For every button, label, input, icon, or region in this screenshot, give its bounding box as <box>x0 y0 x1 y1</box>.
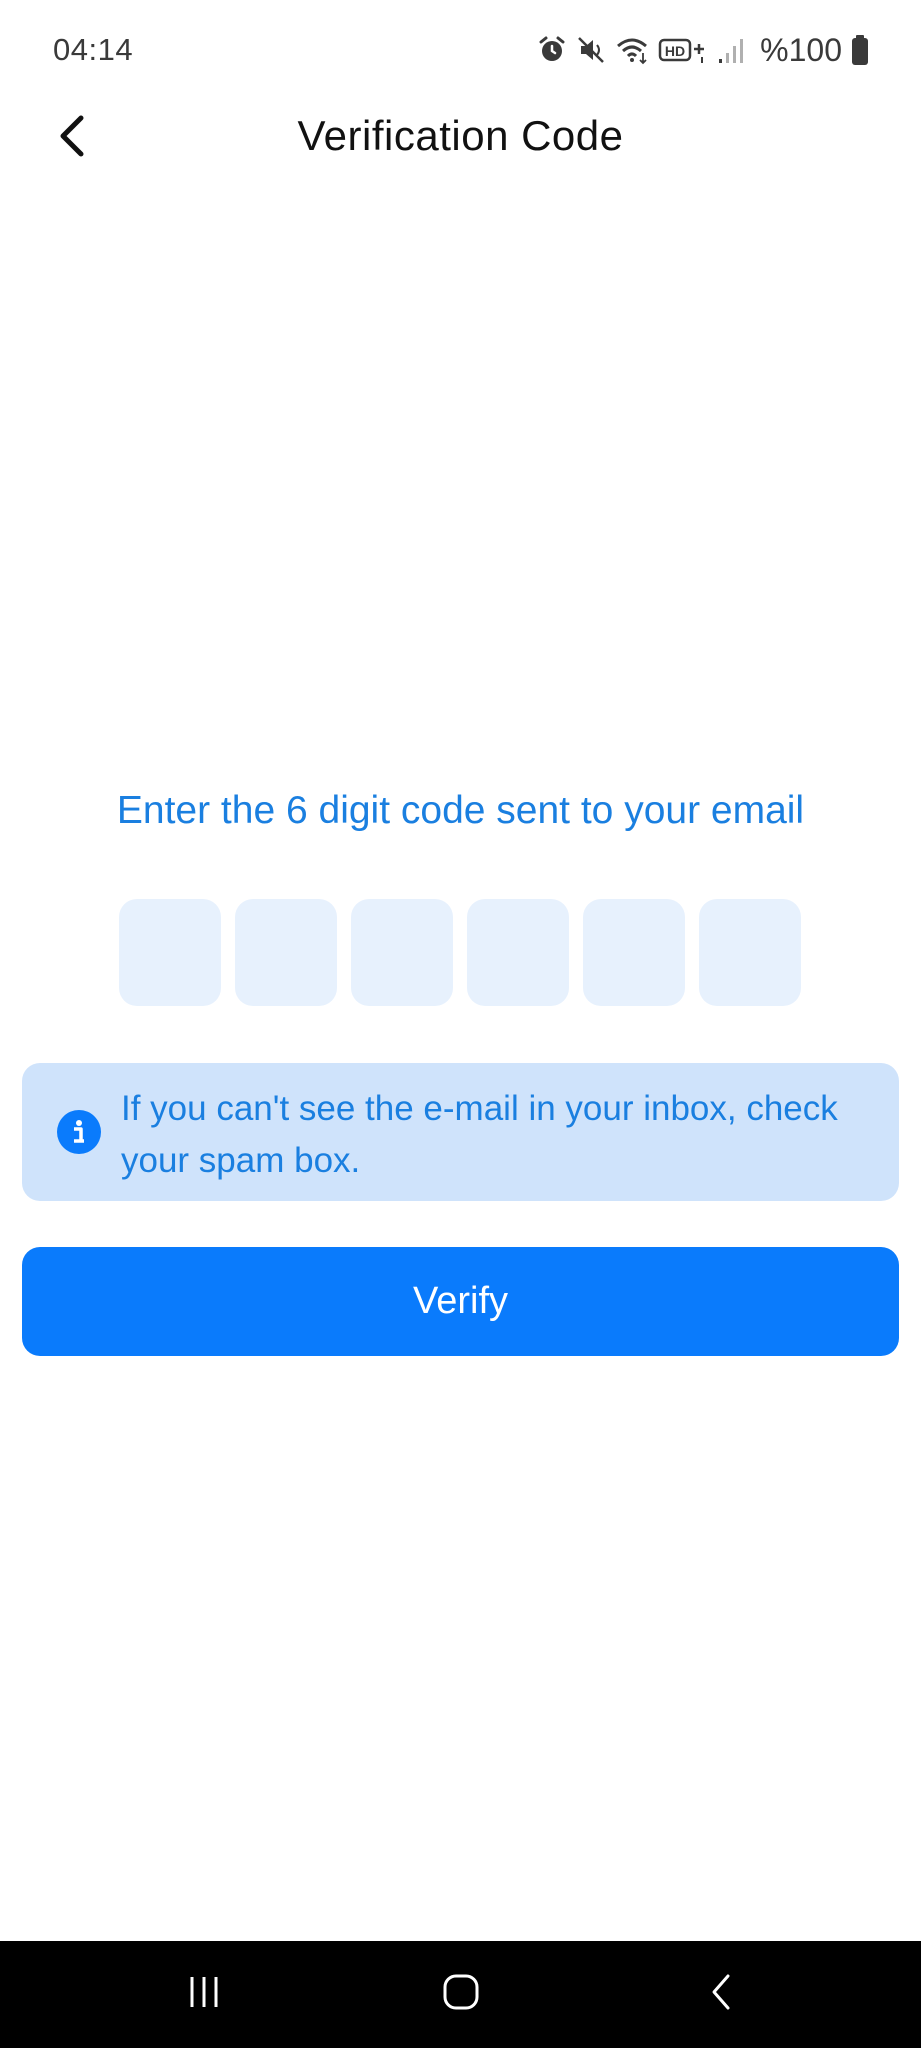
recents-icon <box>186 1974 222 2015</box>
mute-icon <box>576 35 606 65</box>
wifi-icon <box>615 35 649 65</box>
home-icon <box>441 1972 481 2017</box>
code-digit-3[interactable] <box>351 899 453 1006</box>
verify-button[interactable]: Verify <box>22 1247 899 1356</box>
status-bar: 04:14 HD %100 <box>0 0 921 104</box>
alarm-icon <box>537 35 567 65</box>
code-digit-5[interactable] <box>583 899 685 1006</box>
info-banner: If you can't see the e-mail in your inbo… <box>22 1063 899 1201</box>
battery-percentage: %100 <box>760 31 842 68</box>
svg-text:HD: HD <box>665 43 685 59</box>
system-nav-bar <box>0 1941 921 2048</box>
info-text: If you can't see the e-mail in your inbo… <box>121 1089 838 1180</box>
code-digit-4[interactable] <box>467 899 569 1006</box>
nav-back-button[interactable] <box>651 1941 791 2048</box>
recents-button[interactable] <box>134 1941 274 2048</box>
status-icons: HD %100 <box>537 30 869 70</box>
code-digit-2[interactable] <box>235 899 337 1006</box>
header: Verification Code <box>0 104 921 192</box>
page-title: Verification Code <box>297 112 624 159</box>
instruction-text: Enter the 6 digit code sent to your emai… <box>116 789 805 832</box>
info-icon <box>57 1110 101 1154</box>
code-digit-1[interactable] <box>119 899 221 1006</box>
back-icon <box>706 1972 736 2017</box>
hd-voice-icon: HD <box>658 35 708 65</box>
battery-icon <box>851 34 869 66</box>
home-button[interactable] <box>391 1941 531 2048</box>
code-digit-6[interactable] <box>699 899 801 1006</box>
status-time: 04:14 <box>53 32 134 67</box>
signal-icon <box>717 35 745 65</box>
code-input-group <box>119 899 801 1006</box>
